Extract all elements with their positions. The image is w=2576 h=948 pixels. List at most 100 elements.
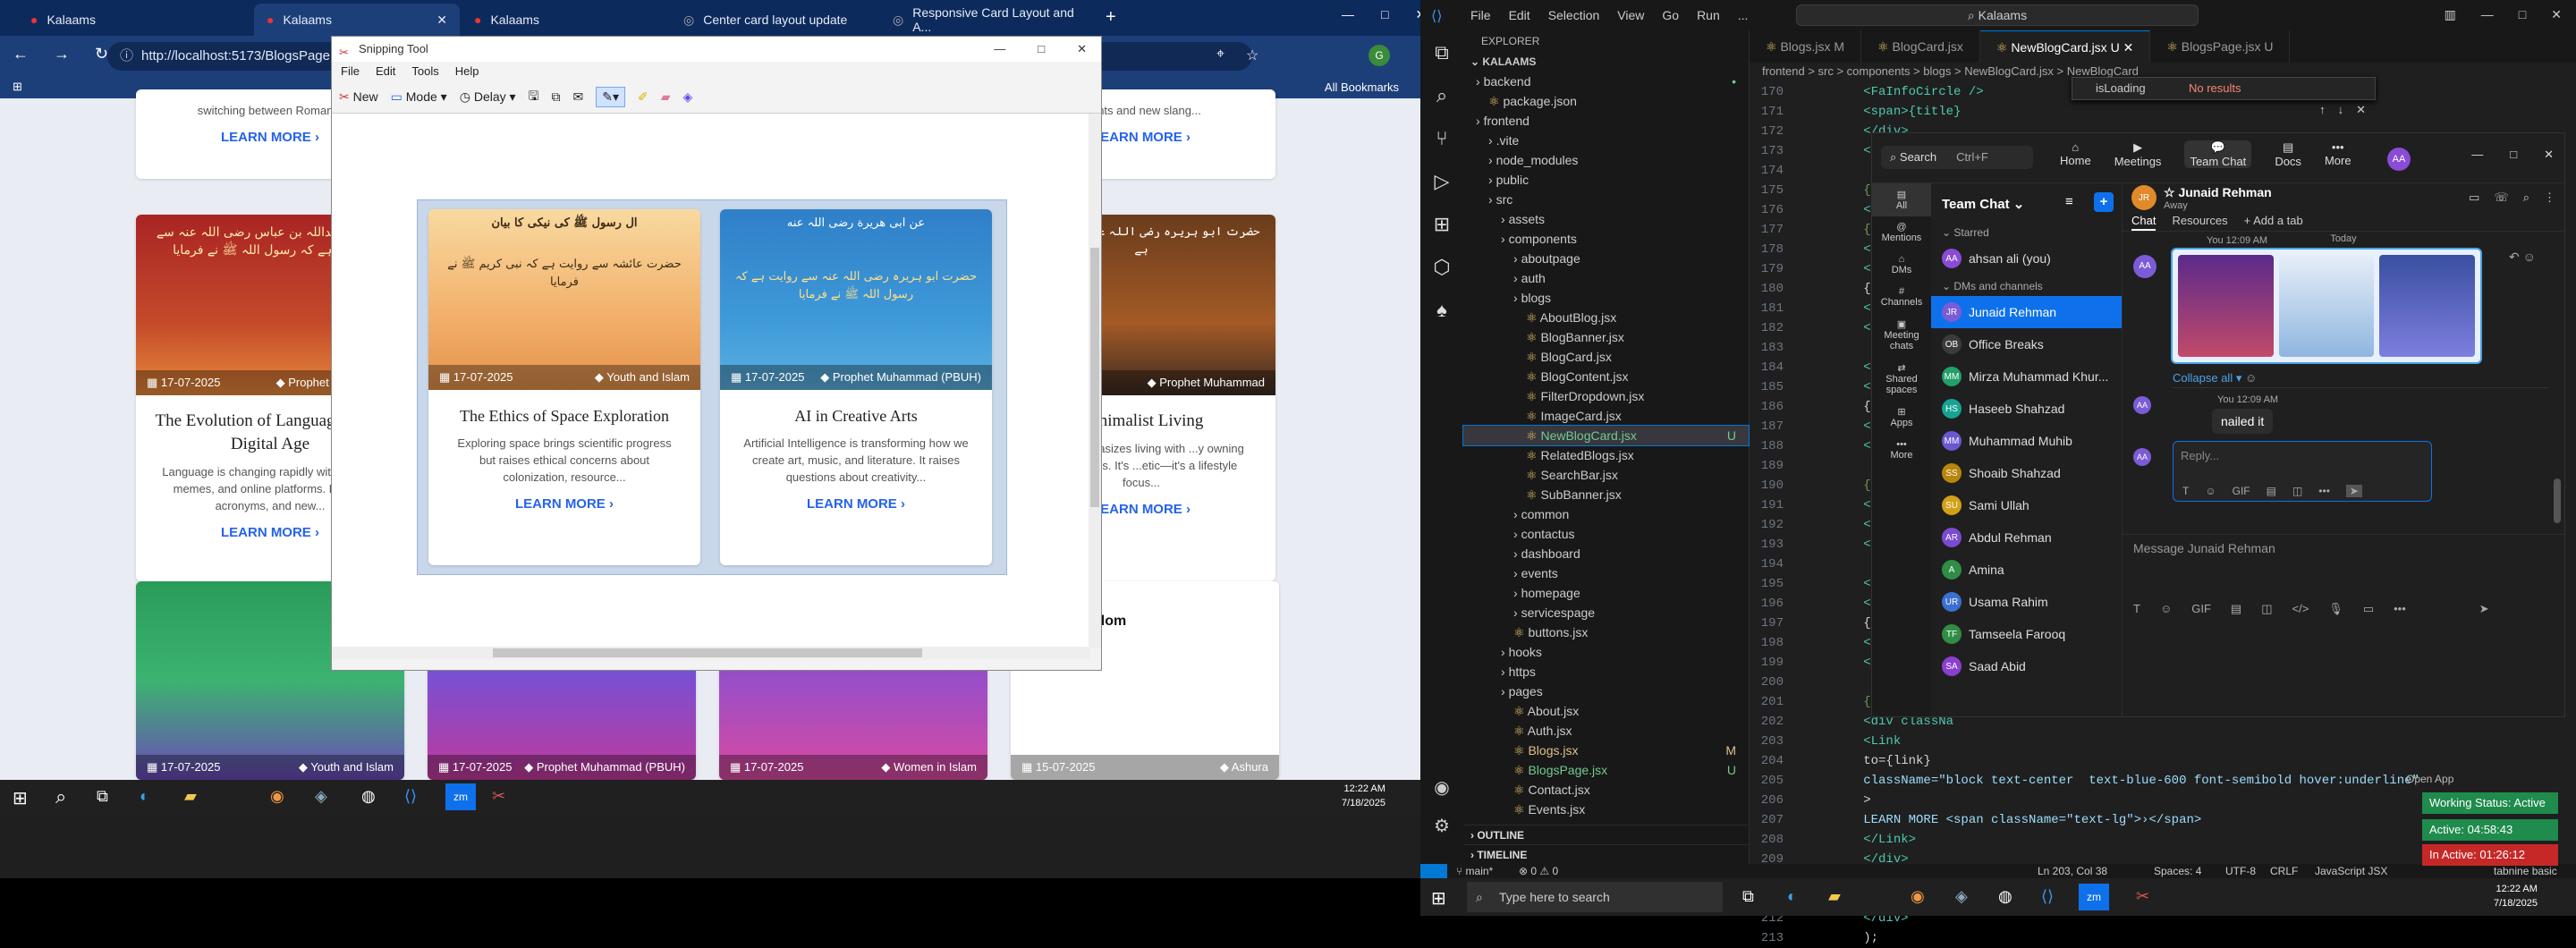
tree-file[interactable]: ⚛ Contact.jsx [1463, 780, 1749, 800]
attached-image[interactable] [2379, 255, 2476, 357]
rail-item[interactable]: ⌂ DMs [1872, 249, 1931, 281]
zoom-icon[interactable]: zm [445, 783, 476, 810]
tree-folder[interactable]: › https [1463, 662, 1749, 681]
rail-item[interactable]: @ Mentions [1872, 216, 1931, 249]
close-icon[interactable]: ✕ [2544, 148, 2554, 162]
mode-button[interactable]: ▭ Mode ▾ [391, 89, 447, 105]
add-tab[interactable]: + Add a tab [2244, 212, 2303, 231]
app-icon[interactable]: ◈ [315, 787, 327, 806]
highlighter-icon[interactable]: ✐ [638, 89, 648, 105]
chrome-icon[interactable]: ◉ [1911, 887, 1925, 906]
chat-list-item[interactable]: SA Saad Abid [1931, 650, 2122, 682]
more-icon[interactable]: ••• [2394, 602, 2406, 616]
close-icon[interactable]: ✕ [1077, 37, 1087, 62]
minimize-icon[interactable]: — [2471, 148, 2483, 162]
outline-section[interactable]: › OUTLINE [1463, 825, 1749, 844]
menu-tools[interactable]: Tools [411, 62, 438, 81]
paint3d-icon[interactable]: ◈ [683, 89, 693, 105]
tab-resources[interactable]: Resources [2172, 212, 2227, 231]
tree-folder[interactable]: › assets [1463, 209, 1749, 229]
tree-file[interactable]: ⚛ ImageCard.jsx [1463, 406, 1749, 426]
image-message[interactable] [2171, 248, 2482, 364]
chat-list-item[interactable]: MM Mirza Muhammad Khur... [1931, 360, 2122, 393]
copy-icon[interactable]: ⧉ [551, 89, 560, 105]
contact-name[interactable]: ☆ Junaid Rehman [2164, 185, 2272, 200]
tree-file[interactable]: ⚛ Auth.jsx [1463, 721, 1749, 741]
zoom-icon[interactable]: zm [2079, 884, 2109, 910]
browser-tab[interactable]: ● Kalaams [462, 4, 667, 36]
tree-file[interactable]: ⚛ AboutBlog.jsx [1463, 308, 1749, 327]
tree-file[interactable]: ⚛ SearchBar.jsx [1463, 465, 1749, 485]
tree-folder[interactable]: › public [1463, 170, 1749, 190]
tab-blogs[interactable]: ⚛ Blogs.jsx M [1750, 30, 1862, 63]
tab-newblogcard[interactable]: ⚛ NewBlogCard.jsx U ✕ [1979, 30, 2151, 63]
new-snip-button[interactable]: ✂ New [339, 89, 378, 105]
snipping-tool-icon[interactable]: ✂ [2136, 887, 2149, 906]
screenshot-icon[interactable]: ◫ [2261, 602, 2272, 616]
tree-file[interactable]: ⚛ NewBlogCard.jsx U [1462, 425, 1750, 446]
search-icon[interactable]: ⌕ [2523, 190, 2529, 205]
menu-item[interactable]: Selection [1548, 8, 1600, 22]
video-message-icon[interactable]: ▭ [2363, 602, 2374, 616]
rail-item[interactable]: ▤ All [1872, 183, 1931, 216]
tabnine-indicator[interactable]: tabnine basic [2494, 864, 2557, 878]
indent-indicator[interactable]: Spaces: 4 [2154, 864, 2201, 878]
tree-folder[interactable]: › node_modules [1463, 150, 1749, 170]
maximize-icon[interactable]: □ [1381, 7, 1388, 22]
dms-section[interactable]: ⌄ DMs and channels [1931, 275, 2122, 296]
format-icon[interactable]: T [2133, 602, 2140, 616]
encoding-indicator[interactable]: UTF-8 [2225, 864, 2256, 878]
send-icon[interactable]: ✉ [572, 89, 583, 105]
horizontal-scrollbar[interactable] [332, 647, 1090, 659]
open-app-link[interactable]: Open App [2406, 773, 2453, 785]
maximize-icon[interactable]: □ [2510, 148, 2517, 162]
tree-file[interactable]: ⚛ About.jsx [1463, 701, 1749, 721]
send-icon[interactable]: ➤ [2479, 602, 2489, 616]
rail-item[interactable]: ▣ Meeting chats [1872, 313, 1931, 357]
language-indicator[interactable]: JavaScript JSX [2315, 864, 2387, 878]
scroll-thumb[interactable] [1090, 248, 1099, 507]
new-chat-button[interactable]: + [2094, 192, 2114, 212]
gif-icon[interactable]: GIF [2233, 485, 2250, 497]
menu-help[interactable]: Help [455, 62, 479, 81]
clock[interactable]: 12:22 AM 7/18/2025 [1342, 782, 1385, 810]
tree-folder[interactable]: › .vite [1463, 131, 1749, 150]
screenshot-icon[interactable]: ◫ [2292, 485, 2302, 497]
more-icon[interactable]: ⋮ [2544, 190, 2555, 205]
file-explorer-icon[interactable]: ▰ [184, 787, 197, 806]
scroll-thumb[interactable] [493, 648, 922, 657]
search-icon[interactable]: ⌕ [1436, 84, 1447, 107]
explorer-icon[interactable]: ⧉ [1435, 41, 1449, 64]
tree-folder[interactable]: › homepage [1463, 583, 1749, 603]
chat-list-item[interactable]: TF Tamseela Farooq [1931, 618, 2122, 650]
back-icon[interactable]: ← [13, 45, 29, 63]
search-box[interactable]: ⌕ Search Ctrl+F [1881, 146, 2033, 169]
tree-file[interactable]: ⚛ package.json [1463, 91, 1749, 111]
learn-more-link[interactable]: LEARN MORE › [428, 486, 700, 522]
tree-folder[interactable]: › events [1463, 563, 1749, 583]
chat-list-item[interactable]: SU Sami Ullah [1931, 489, 2122, 521]
rail-item[interactable]: ••• More [1872, 434, 1931, 466]
tree-file[interactable]: ⚛ Blogs.jsx M [1463, 741, 1749, 760]
clock[interactable]: 12:22 AM 7/18/2025 [2494, 882, 2538, 910]
remote-icon[interactable]: ⬡ [1433, 256, 1450, 279]
mongodb-icon[interactable]: ♠ [1436, 299, 1447, 322]
tree-file[interactable]: ⚛ RelatedBlogs.jsx [1463, 445, 1749, 465]
github-icon[interactable]: ◍ [1998, 887, 2012, 906]
collapse-button[interactable]: Collapse all ▾ ☺ [2173, 371, 2257, 385]
rail-item[interactable]: # Channels [1872, 281, 1931, 313]
attached-image[interactable] [2278, 255, 2375, 357]
tab-blogcard[interactable]: ⚛ BlogCard.jsx [1861, 30, 1980, 63]
file-explorer-icon[interactable]: ▰ [1828, 887, 1841, 906]
maximize-icon[interactable]: □ [1038, 37, 1045, 62]
taskbar-search[interactable]: ⌕ Type here to search [1467, 882, 1723, 912]
video-call-icon[interactable]: ▭ [2469, 190, 2479, 205]
more-icon[interactable]: ••• [2318, 485, 2330, 497]
chat-list-item[interactable]: MM Muhammad Muhib [1931, 425, 2122, 457]
menu-item[interactable]: View [1617, 8, 1644, 22]
send-icon[interactable]: ➤ [2345, 485, 2362, 497]
vertical-scrollbar[interactable] [1089, 114, 1101, 648]
edge-icon[interactable]: ◐ [140, 787, 149, 806]
minimize-icon[interactable]: — [994, 37, 1005, 62]
vscode-icon[interactable]: ⟨⟩ [404, 787, 417, 806]
